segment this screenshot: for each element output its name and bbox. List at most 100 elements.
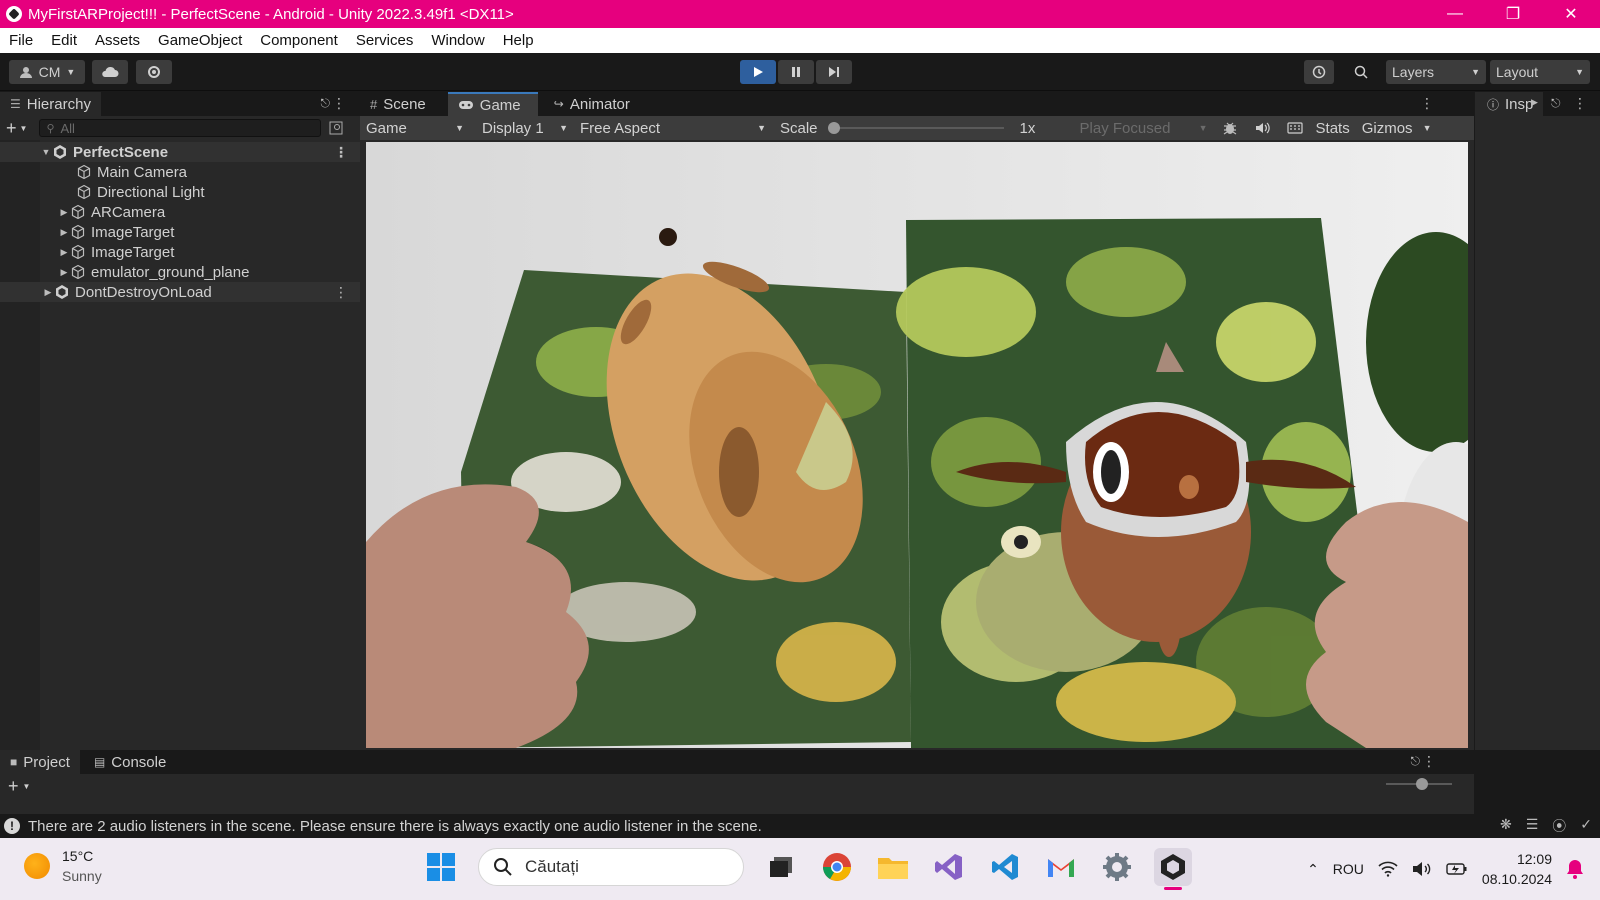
more-options-icon[interactable]: ⋮ (334, 284, 348, 301)
restore-button[interactable]: ❐ (1484, 0, 1542, 28)
shortcuts-button[interactable] (1280, 116, 1310, 140)
hierarchy-item[interactable]: Directional Light (0, 182, 360, 202)
network-icon[interactable]: ⦿ (1552, 816, 1566, 836)
hierarchy-list: ▼ PerfectScene ⋮ Main Camera Directional… (0, 140, 360, 750)
expand-arrow-icon[interactable]: ▶ (58, 267, 70, 278)
expand-arrow-icon[interactable]: ▶ (58, 247, 70, 258)
game-mode-dropdown[interactable]: Game ▼ (360, 116, 470, 140)
gizmos-button[interactable]: Gizmos (1356, 116, 1419, 140)
icon-size-slider[interactable] (1386, 778, 1452, 790)
lock-icon[interactable]: ⎋ (321, 96, 331, 111)
slider-handle[interactable] (1416, 778, 1428, 790)
weather-widget[interactable]: 15°C Sunny (24, 846, 102, 886)
start-button[interactable] (422, 848, 460, 886)
step-button[interactable] (816, 60, 852, 84)
search-button[interactable] (1346, 60, 1376, 84)
file-explorer-app[interactable] (874, 848, 912, 886)
menu-component[interactable]: Component (251, 32, 347, 49)
play-button[interactable] (740, 60, 776, 84)
hierarchy-item[interactable]: ▶ ImageTarget (0, 242, 360, 262)
settings-app[interactable] (1098, 848, 1136, 886)
tab-project[interactable]: ■ Project (0, 750, 80, 774)
menu-help[interactable]: Help (494, 32, 543, 49)
unity-app[interactable] (1154, 848, 1192, 890)
collab-button[interactable] (136, 60, 172, 84)
check-icon[interactable]: ✓ (1580, 816, 1592, 836)
lock-icon[interactable]: ⎋ (1411, 754, 1421, 769)
menu-assets[interactable]: Assets (86, 32, 149, 49)
frame-debugger-button[interactable] (1214, 116, 1246, 140)
language-indicator[interactable]: ROU (1333, 861, 1364, 877)
more-options-icon[interactable]: ⋮ (1422, 753, 1436, 770)
menu-window[interactable]: Window (422, 32, 493, 49)
aspect-dropdown[interactable]: Free Aspect ▼ (574, 116, 772, 140)
visual-studio-app[interactable] (930, 848, 968, 886)
gizmos-dropdown[interactable]: ▼ (1419, 116, 1436, 140)
minimize-button[interactable]: — (1426, 0, 1484, 28)
scale-slider[interactable] (824, 116, 1014, 140)
hierarchy-item[interactable]: ▶ ImageTarget (0, 222, 360, 242)
mute-audio-button[interactable] (1246, 116, 1280, 140)
vscode-app[interactable] (986, 848, 1024, 886)
add-icon[interactable]: + (8, 776, 19, 797)
notification-bell-icon[interactable] (1566, 859, 1584, 879)
more-options-icon[interactable]: ⋮ (1420, 95, 1434, 112)
chrome-app[interactable] (818, 848, 856, 886)
hierarchy-search-input[interactable]: ⚲ All (39, 119, 322, 137)
expand-arrow-icon[interactable]: ▼ (40, 147, 52, 157)
tab-scene[interactable]: # Scene (360, 92, 436, 116)
chevron-down-icon[interactable]: ▼ (20, 124, 28, 133)
speaker-icon[interactable] (1412, 861, 1432, 877)
display-dropdown[interactable]: Display 1 ▼ (476, 116, 574, 140)
layout-dropdown[interactable]: Layout ▼ (1490, 60, 1590, 84)
cloud-button[interactable] (92, 60, 128, 84)
menu-edit[interactable]: Edit (42, 32, 86, 49)
layers-dropdown[interactable]: Layers ▼ (1386, 60, 1486, 84)
close-button[interactable]: ✕ (1542, 0, 1600, 28)
hierarchy-item-label: ImageTarget (91, 223, 175, 241)
game-render[interactable] (366, 142, 1468, 748)
task-view-button[interactable] (762, 848, 800, 886)
menu-services[interactable]: Services (347, 32, 423, 49)
hierarchy-item[interactable]: Main Camera (0, 162, 360, 182)
hierarchy-scene-row[interactable]: ▼ PerfectScene ⋮ (0, 142, 360, 162)
lock-icon[interactable]: ⎋ (1551, 96, 1561, 111)
more-options-icon[interactable]: ⋮ (334, 144, 348, 161)
menu-gameobject[interactable]: GameObject (149, 32, 251, 49)
hierarchy-item[interactable]: ▶ emulator_ground_plane (0, 262, 360, 282)
chevron-up-icon[interactable]: ⌃ (1307, 861, 1319, 878)
debug-off-icon[interactable]: ❋ (1500, 816, 1512, 836)
more-options-icon[interactable]: ⋮ (1573, 95, 1587, 112)
expand-arrow-icon[interactable]: ▶ (58, 227, 70, 238)
tab-animator[interactable]: ↪ Animator (544, 92, 640, 116)
hierarchy-item[interactable]: ▶ ARCamera (0, 202, 360, 222)
menu-file[interactable]: File (0, 32, 42, 49)
add-icon[interactable]: + (6, 118, 17, 139)
cache-icon[interactable]: ☰ (1526, 816, 1539, 836)
scene-search-icon[interactable] (329, 121, 343, 135)
tab-hierarchy[interactable]: ☰ Hierarchy (0, 92, 101, 116)
expand-arrow-icon[interactable]: ▶ (58, 207, 70, 218)
account-dropdown[interactable]: CM ▼ (9, 60, 85, 84)
status-bar[interactable]: ! There are 2 audio listeners in the sce… (0, 814, 1600, 838)
undo-history-button[interactable] (1304, 60, 1334, 84)
unity-scene-icon (54, 145, 66, 159)
taskbar-search[interactable]: Căutați (478, 848, 744, 886)
tab-game[interactable]: Game (447, 92, 538, 116)
gmail-app[interactable] (1042, 848, 1080, 886)
pause-button[interactable] (778, 60, 814, 84)
chevron-down-icon[interactable]: ▼ (23, 782, 31, 791)
play-focused-dropdown[interactable]: Play Focused ▼ (1074, 116, 1214, 140)
wifi-icon[interactable] (1378, 861, 1398, 877)
battery-icon[interactable] (1446, 862, 1468, 876)
chevron-right-icon[interactable]: ▶ (1531, 97, 1538, 108)
slider-handle[interactable] (827, 122, 840, 134)
main-toolbar: CM ▼ Layers ▼ Layout ▼ (0, 53, 1600, 91)
more-options-icon[interactable]: ⋮ (332, 95, 346, 112)
hierarchy-dontdestroy-row[interactable]: ▶ DontDestroyOnLoad ⋮ (0, 282, 360, 302)
tab-console[interactable]: ▤ Console (84, 750, 176, 774)
clock-date: 08.10.2024 (1481, 871, 1552, 887)
stats-button[interactable]: Stats (1310, 116, 1356, 140)
expand-arrow-icon[interactable]: ▶ (42, 287, 54, 298)
clock[interactable]: 12:09 08.10.2024 (1482, 849, 1552, 889)
